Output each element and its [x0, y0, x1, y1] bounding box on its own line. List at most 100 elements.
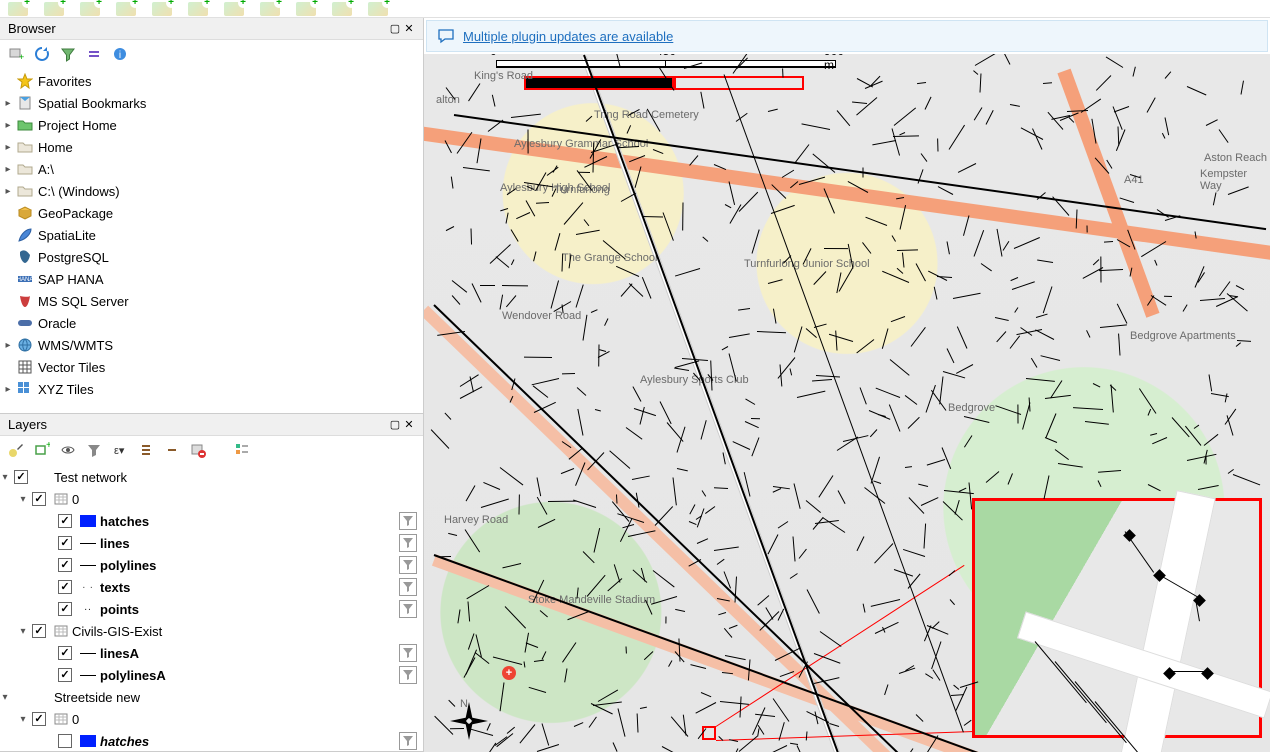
visibility-checkbox[interactable] — [58, 646, 72, 660]
browser-item[interactable]: Oracle — [0, 312, 423, 334]
expand-icon[interactable]: ▸ — [2, 384, 14, 395]
browser-item[interactable]: GeoPackage — [0, 202, 423, 224]
legend-icon[interactable] — [232, 440, 252, 460]
browser-item[interactable]: SpatiaLite — [0, 224, 423, 246]
add-group-icon[interactable]: + — [32, 440, 52, 460]
visibility-presets-icon[interactable] — [58, 440, 78, 460]
toolbar-icon[interactable] — [296, 2, 316, 16]
layer-styling-icon[interactable] — [6, 440, 26, 460]
visibility-checkbox[interactable] — [58, 580, 72, 594]
layer-item[interactable]: linesA — [0, 642, 423, 664]
collapse-all-icon[interactable] — [162, 440, 182, 460]
layer-filter-icon[interactable] — [399, 534, 417, 552]
visibility-checkbox[interactable] — [58, 734, 72, 748]
panel-close-icon[interactable]: ✕ — [403, 23, 415, 35]
layer-group[interactable]: ▾Test network — [0, 466, 423, 488]
layers-tree[interactable]: ▾Test network▾0hatcheslinespolylines∙ ∙t… — [0, 464, 423, 751]
browser-item[interactable]: ▸ C:\ (Windows) — [0, 180, 423, 202]
layer-item[interactable]: polylinesA — [0, 664, 423, 686]
visibility-checkbox[interactable] — [58, 668, 72, 682]
toolbar-icon[interactable] — [8, 2, 28, 16]
expand-icon[interactable]: ▾ — [0, 472, 10, 483]
toolbar-icon[interactable] — [116, 2, 136, 16]
visibility-checkbox[interactable] — [58, 514, 72, 528]
browser-tree[interactable]: Favorites▸ Spatial Bookmarks▸ Project Ho… — [0, 68, 423, 413]
expand-icon[interactable]: ▸ — [2, 120, 14, 131]
add-selected-layer-icon[interactable]: + — [6, 44, 26, 64]
layer-item[interactable]: ∙ ∙texts — [0, 576, 423, 598]
panel-undock-icon[interactable]: ▢ — [389, 23, 401, 35]
expand-icon[interactable]: ▾ — [18, 626, 28, 637]
layer-filter-icon[interactable] — [399, 578, 417, 596]
toolbar-icon[interactable] — [332, 2, 352, 16]
layer-item[interactable]: hatches — [0, 510, 423, 532]
layer-filter-icon[interactable] — [399, 556, 417, 574]
scale-bar: 0 450 900 m — [496, 60, 836, 68]
browser-item[interactable]: Favorites — [0, 70, 423, 92]
plugin-update-link[interactable]: Multiple plugin updates are available — [463, 29, 673, 44]
plugin-update-banner: Multiple plugin updates are available — [426, 20, 1268, 52]
toolbar-icon[interactable] — [368, 2, 388, 16]
expand-icon[interactable]: ▾ — [18, 494, 28, 505]
main-toolbar — [0, 0, 1270, 18]
layer-filter-icon[interactable] — [399, 666, 417, 684]
browser-item[interactable]: ▸ A:\ — [0, 158, 423, 180]
toolbar-icon[interactable] — [188, 2, 208, 16]
visibility-checkbox[interactable] — [32, 492, 46, 506]
toolbar-icon[interactable] — [224, 2, 244, 16]
layer-group[interactable]: ▾0 — [0, 488, 423, 510]
visibility-checkbox[interactable] — [58, 536, 72, 550]
browser-item[interactable]: ▸ Spatial Bookmarks — [0, 92, 423, 114]
expand-icon[interactable]: ▸ — [2, 164, 14, 175]
browser-item[interactable]: ▸ XYZ Tiles — [0, 378, 423, 400]
toolbar-icon[interactable] — [80, 2, 100, 16]
expand-all-icon[interactable] — [136, 440, 156, 460]
layer-group[interactable]: ▾0 — [0, 708, 423, 730]
visibility-checkbox[interactable] — [32, 712, 46, 726]
layer-filter-icon[interactable] — [399, 732, 417, 750]
visibility-checkbox[interactable] — [58, 558, 72, 572]
browser-item[interactable]: ▸ Project Home — [0, 114, 423, 136]
layer-item[interactable]: hatches — [0, 730, 423, 751]
properties-icon[interactable]: i — [110, 44, 130, 64]
browser-item[interactable]: ▸ WMS/WMTS — [0, 334, 423, 356]
expand-icon[interactable]: ▾ — [0, 692, 10, 703]
toolbar-icon[interactable] — [260, 2, 280, 16]
toolbar-icon[interactable] — [44, 2, 64, 16]
browser-item[interactable]: PostgreSQL — [0, 246, 423, 268]
layer-filter-icon[interactable] — [399, 600, 417, 618]
layer-item[interactable]: polylines — [0, 554, 423, 576]
refresh-icon[interactable] — [32, 44, 52, 64]
expand-icon[interactable]: ▸ — [2, 186, 14, 197]
browser-item[interactable]: HANA SAP HANA — [0, 268, 423, 290]
layer-filter-icon[interactable] — [399, 512, 417, 530]
map-canvas[interactable]: 0 450 900 m + — [424, 54, 1270, 752]
visibility-checkbox[interactable] — [14, 470, 28, 484]
expand-icon[interactable]: ▾ — [18, 714, 28, 725]
expression-filter-icon[interactable]: ε▾ — [110, 440, 130, 460]
visibility-checkbox[interactable] — [32, 624, 46, 638]
svg-text:i: i — [119, 50, 121, 61]
expand-icon[interactable]: ▸ — [2, 98, 14, 109]
layer-item[interactable]: ∙∙points — [0, 598, 423, 620]
remove-layer-icon[interactable] — [188, 440, 208, 460]
layer-filter-icon[interactable] — [399, 644, 417, 662]
browser-item[interactable]: Vector Tiles — [0, 356, 423, 378]
layer-group[interactable]: ▾Civils-GIS-Exist — [0, 620, 423, 642]
map-label: Wendover Road — [502, 310, 581, 322]
filter-icon[interactable] — [58, 44, 78, 64]
panel-title-text: Layers — [8, 417, 47, 432]
visibility-checkbox[interactable] — [58, 602, 72, 616]
layer-item[interactable]: lines — [0, 532, 423, 554]
collapse-all-icon[interactable] — [84, 44, 104, 64]
panel-undock-icon[interactable]: ▢ — [389, 419, 401, 431]
panel-close-icon[interactable]: ✕ — [403, 419, 415, 431]
expand-icon[interactable]: ▸ — [2, 340, 14, 351]
filter-legend-icon[interactable] — [84, 440, 104, 460]
expand-icon[interactable]: ▸ — [2, 142, 14, 153]
browser-item-label: GeoPackage — [38, 206, 113, 221]
browser-item[interactable]: ▸ Home — [0, 136, 423, 158]
layer-group[interactable]: ▾Streetside new — [0, 686, 423, 708]
browser-item[interactable]: MS SQL Server — [0, 290, 423, 312]
toolbar-icon[interactable] — [152, 2, 172, 16]
